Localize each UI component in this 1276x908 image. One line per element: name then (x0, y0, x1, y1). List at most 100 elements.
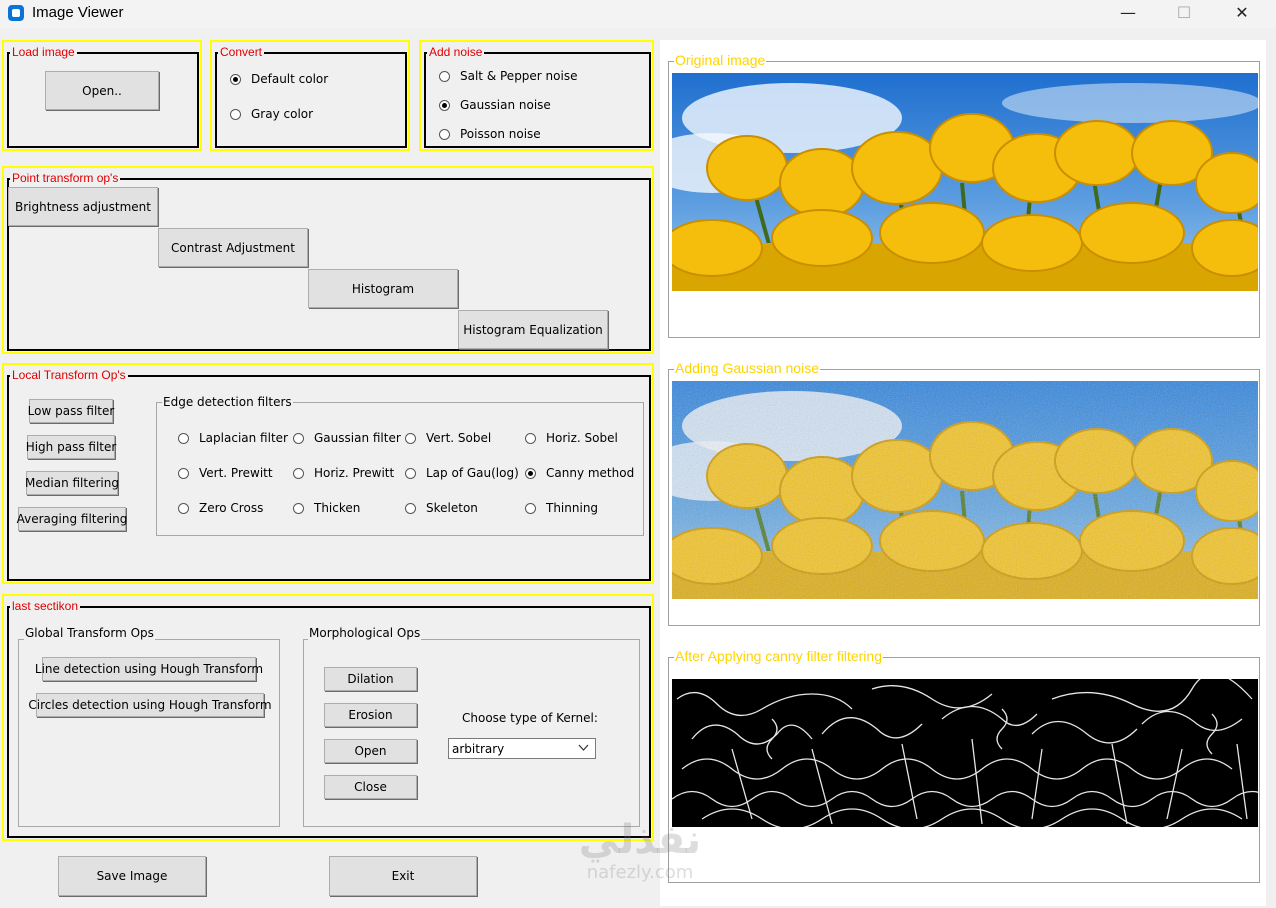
radio-skeleton[interactable]: Skeleton (405, 501, 478, 515)
radio-dot (178, 467, 189, 479)
noisy-image (672, 381, 1258, 599)
radio-label: Skeleton (426, 501, 478, 515)
radio-gaussian-filter[interactable]: Gaussian filter (293, 431, 401, 445)
morph-close-button[interactable]: Close (324, 775, 417, 799)
radio-dot (293, 432, 304, 444)
exit-button[interactable]: Exit (329, 856, 477, 896)
radio-dot (405, 432, 416, 444)
close-button[interactable]: ✕ (1218, 0, 1266, 28)
radio-dot (439, 70, 450, 82)
radio-gray-color[interactable]: Gray color (230, 107, 313, 121)
radio-horiz-sobel[interactable]: Horiz. Sobel (525, 431, 618, 445)
contrast-button[interactable]: Contrast Adjustment (158, 228, 308, 267)
open-button[interactable]: Open.. (45, 71, 159, 110)
window-title: Image Viewer (32, 4, 124, 21)
convert-label: Convert (218, 45, 265, 59)
morphological-label: Morphological Ops (308, 626, 422, 640)
radio-dot (178, 502, 189, 514)
maximize-button[interactable]: ☐ (1160, 0, 1208, 28)
radio-label: Thicken (314, 501, 361, 515)
save-image-button[interactable]: Save Image (58, 856, 206, 896)
radio-label: Vert. Sobel (426, 431, 492, 445)
convert-frame: Convert Default color Gray color (210, 40, 410, 151)
load-image-label: Load image (10, 45, 77, 59)
radio-vert-sobel[interactable]: Vert. Sobel (405, 431, 491, 445)
radio-label: Zero Cross (199, 501, 264, 515)
radio-dot (178, 432, 189, 444)
radio-horiz-prewitt[interactable]: Horiz. Prewitt (293, 466, 394, 480)
radio-label: Lap of Gau(log) (426, 466, 519, 480)
point-transform-frame: Point transform op's Brightness adjustme… (2, 166, 654, 354)
original-image (672, 73, 1258, 291)
radio-default-color[interactable]: Default color (230, 72, 328, 86)
radio-label: Horiz. Sobel (546, 431, 618, 445)
watermark-latin: nafezly.com (586, 862, 694, 883)
radio-dot (405, 467, 416, 479)
watermark-logo: نفذلي nafezly.com (555, 818, 725, 908)
last-section-frame: last sectikon Global Transform Ops Line … (2, 594, 654, 841)
radio-canny[interactable]: Canny method (525, 466, 634, 480)
image-panel: Original image Adding Gaussian noise Aft… (660, 40, 1266, 906)
high-pass-button[interactable]: High pass filter (26, 435, 116, 459)
radio-dot (525, 467, 536, 479)
brightness-button[interactable]: Brightness adjustment (8, 187, 158, 226)
averaging-button[interactable]: Averaging filtering (17, 507, 127, 531)
edge-detection-label: Edge detection filters (162, 395, 293, 409)
radio-gaussian-noise[interactable]: Gaussian noise (439, 98, 551, 112)
radio-laplacian[interactable]: Laplacian filter (178, 431, 288, 445)
radio-zero-cross[interactable]: Zero Cross (178, 501, 263, 515)
morph-open-button[interactable]: Open (324, 739, 417, 763)
chevron-down-icon[interactable] (578, 742, 589, 756)
radio-dot (525, 502, 536, 514)
radio-label: Default color (251, 72, 329, 86)
add-noise-frame: Add noise Salt & Pepper noise Gaussian n… (419, 40, 654, 151)
radio-label: Thinning (546, 501, 599, 515)
global-transform-label: Global Transform Ops (24, 626, 155, 640)
load-image-frame: Load image Open.. (2, 40, 202, 151)
radio-poisson-noise[interactable]: Poisson noise (439, 127, 541, 141)
radio-dot (405, 502, 416, 514)
point-transform-label: Point transform op's (10, 171, 121, 185)
histogram-equalization-button[interactable]: Histogram Equalization (458, 310, 608, 349)
title-bar: Image Viewer — ☐ ✕ (0, 0, 1276, 28)
radio-thinning[interactable]: Thinning (525, 501, 598, 515)
local-transform-label: Local Transform Op's (10, 368, 128, 382)
hough-line-button[interactable]: Line detection using Hough Transform (35, 657, 263, 681)
kernel-select[interactable]: arbitrary (448, 738, 596, 759)
radio-dot (439, 128, 450, 140)
radio-dot (525, 432, 536, 444)
noisy-image-label: Adding Gaussian noise (674, 360, 820, 376)
watermark-arabic: نفذلي (578, 817, 702, 863)
low-pass-button[interactable]: Low pass filter (28, 399, 114, 423)
filtered-image (672, 679, 1258, 827)
local-transform-frame: Local Transform Op's Low pass filter Hig… (2, 363, 654, 584)
app-icon (8, 5, 24, 21)
radio-dot (293, 502, 304, 514)
median-button[interactable]: Median filtering (25, 471, 119, 495)
histogram-button[interactable]: Histogram (308, 269, 458, 308)
radio-label: Canny method (546, 466, 635, 480)
radio-label: Salt & Pepper noise (460, 69, 578, 83)
radio-vert-prewitt[interactable]: Vert. Prewitt (178, 466, 273, 480)
radio-dot (439, 99, 450, 111)
radio-dot (293, 467, 304, 479)
radio-label: Gray color (251, 107, 314, 121)
add-noise-label: Add noise (427, 45, 485, 59)
kernel-label: Choose type of Kernel: (462, 711, 598, 725)
radio-thicken[interactable]: Thicken (293, 501, 360, 515)
original-image-label: Original image (674, 52, 767, 68)
hough-circle-button[interactable]: Circles detection using Hough Transform (28, 693, 272, 717)
radio-label: Horiz. Prewitt (314, 466, 395, 480)
radio-salt-pepper[interactable]: Salt & Pepper noise (439, 69, 577, 83)
dilation-button[interactable]: Dilation (324, 667, 417, 691)
radio-label: Vert. Prewitt (199, 466, 273, 480)
radio-dot (230, 108, 241, 120)
minimize-button[interactable]: — (1104, 0, 1152, 28)
erosion-button[interactable]: Erosion (324, 703, 417, 727)
last-section-label: last sectikon (10, 599, 81, 613)
kernel-select-value: arbitrary (452, 741, 505, 756)
radio-label: Gaussian noise (460, 98, 551, 112)
radio-lap-of-gau[interactable]: Lap of Gau(log) (405, 466, 519, 480)
radio-label: Gaussian filter (314, 431, 401, 445)
filtered-image-label: After Applying canny filter filtering (674, 648, 883, 664)
